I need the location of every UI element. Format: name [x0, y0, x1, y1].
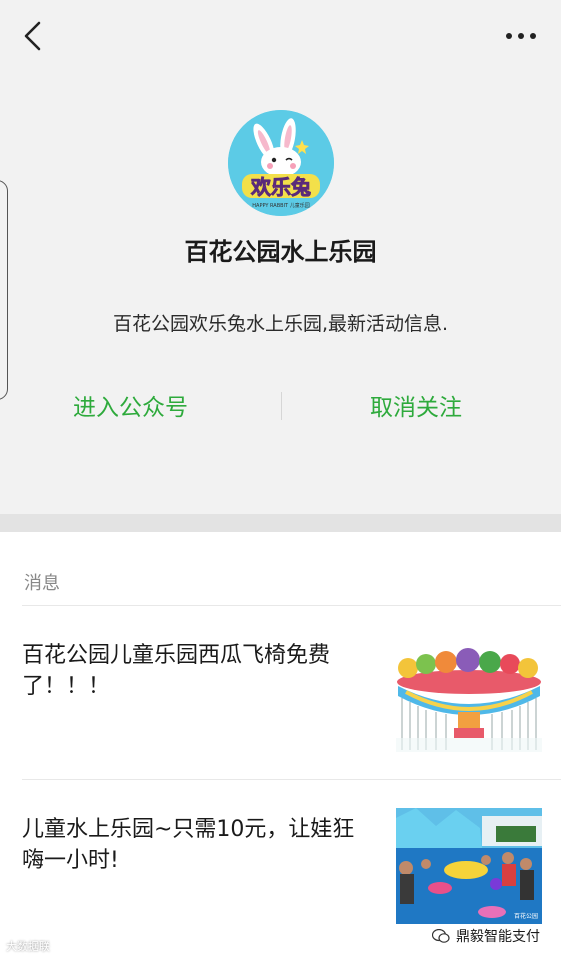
more-dots-icon: [506, 33, 536, 39]
account-avatar[interactable]: 欢乐兔 HAPPY RABBIT 儿童乐园: [228, 110, 334, 216]
unfollow-button[interactable]: 取消关注: [370, 388, 462, 422]
enter-account-button[interactable]: 进入公众号: [73, 388, 188, 422]
logo-subtext: HAPPY RABBIT 儿童乐园: [252, 202, 309, 209]
watermark-right-text: 鼎毅智能支付: [456, 929, 540, 945]
account-description: 百花公园欢乐兔水上乐园,最新活动信息.: [112, 313, 449, 335]
watermark-right: 鼎毅智能支付: [432, 926, 540, 946]
more-options-button[interactable]: [501, 22, 541, 50]
water-park-image: 百花公园: [396, 808, 542, 924]
message-title: 百花公园儿童乐园西瓜飞椅免费了！！！: [22, 643, 331, 699]
logo-text: 欢乐兔: [250, 175, 311, 199]
message-thumbnail-water-park: 百花公园: [396, 808, 542, 924]
account-actions: 进入公众号 取消关注: [0, 388, 561, 424]
flying-chair-image: [396, 642, 542, 752]
wechat-icon: [432, 929, 450, 943]
back-button[interactable]: [14, 18, 50, 54]
actions-divider: [281, 392, 282, 420]
messages-section: 消息 百花公园儿童乐园西瓜飞椅免费了！！！ 儿童水上乐园~只需10元，让娃狂嗨一…: [0, 532, 561, 960]
messages-section-label: 消息: [24, 573, 60, 594]
section-separator: [0, 514, 561, 532]
watermark-left: 大数据联: [6, 940, 50, 953]
account-header: 欢乐兔 HAPPY RABBIT 儿童乐园 百花公园水上乐园 百花公园欢乐兔水上…: [0, 0, 561, 514]
rabbit-logo-icon: 欢乐兔 HAPPY RABBIT 儿童乐园: [228, 110, 334, 216]
message-item[interactable]: 百花公园儿童乐园西瓜飞椅免费了！！！: [0, 606, 561, 780]
chevron-left-icon: [24, 21, 41, 51]
thumb-watermark: 百花公园: [514, 912, 538, 920]
account-name: 百花公园水上乐园: [184, 238, 377, 266]
message-thumbnail-flying-chair: [396, 642, 542, 752]
message-title: 儿童水上乐园~只需10元，让娃狂嗨一小时!: [22, 817, 355, 873]
floating-side-handle[interactable]: [0, 180, 8, 400]
